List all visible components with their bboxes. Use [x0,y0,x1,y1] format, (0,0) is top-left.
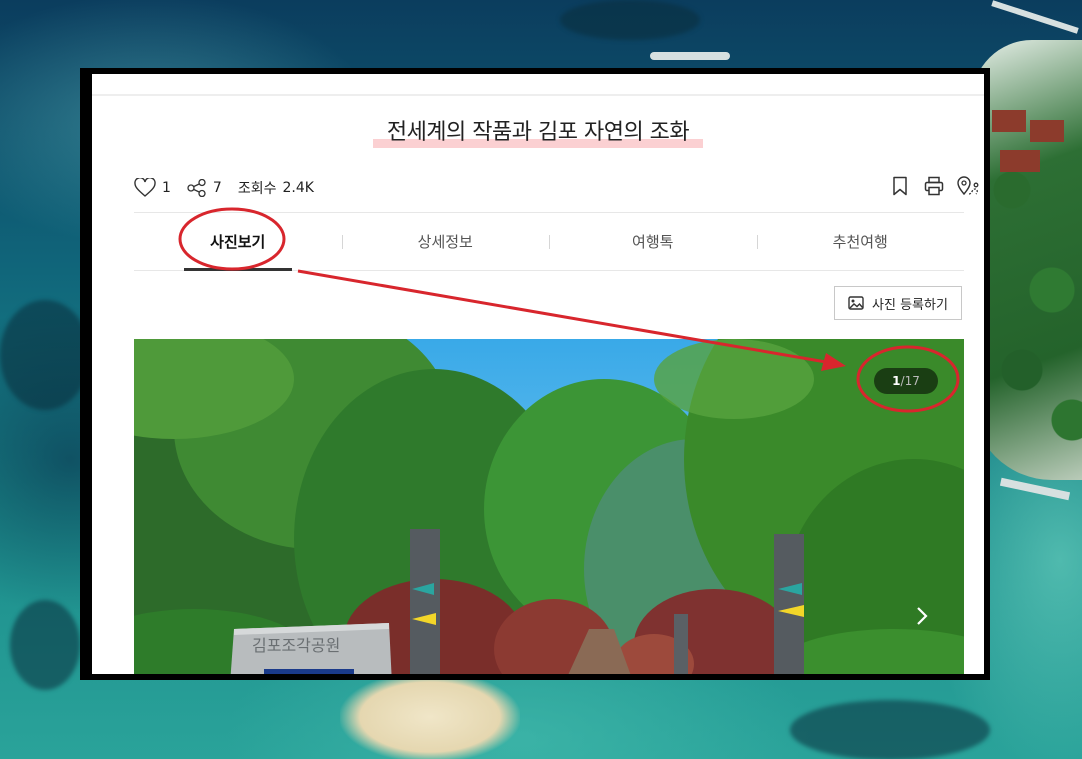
detail-tabs: 사진보기 상세정보 여행톡 추천여행 [134,212,964,271]
photo-counter: 1 / 17 [874,368,938,394]
photo-counter-total: 17 [904,374,920,388]
chevron-right-icon [917,607,928,625]
share-count: 7 [212,180,222,196]
register-photo-label: 사진 등록하기 [872,297,948,313]
view-count: 조회수 2.4K [238,178,314,198]
screenshot-frame: 전세계의 작품과 김포 자연의 조화 1 7 조회수 2.4K 사진보기 상세정… [80,68,990,680]
share-icon [187,179,206,197]
print-icon [924,176,944,196]
tab-photos[interactable]: 사진보기 [134,213,342,271]
page-title: 전세계의 작품과 김포 자연의 조화 [372,114,704,148]
like-count: 1 [162,180,171,196]
heart-icon [134,178,156,197]
bookmark-button[interactable] [884,174,916,198]
tab-details[interactable]: 상세정보 [341,213,550,270]
park-sign-text: 김포조각공원 [252,636,340,655]
bookmark-icon [893,176,907,196]
attraction-detail-page: 전세계의 작품과 김포 자연의 조화 1 7 조회수 2.4K 사진보기 상세정… [92,74,984,674]
next-photo-button[interactable] [910,601,934,631]
photo-counter-current: 1 [892,374,901,388]
tab-recommended-trips[interactable]: 추천여행 [756,213,965,270]
map-location-button[interactable] [952,174,984,198]
share-button[interactable]: 7 [187,179,222,197]
register-photo-button[interactable]: 사진 등록하기 [834,286,962,320]
map-location-icon [957,176,979,196]
header-divider [92,94,984,96]
like-button[interactable]: 1 [134,178,171,198]
print-button[interactable] [918,174,950,198]
stats-bar: 1 7 조회수 2.4K [134,178,330,198]
gallery-photo: 김포조각공원 [134,339,964,674]
page-actions [882,174,984,198]
view-count-value: 2.4K [282,180,314,196]
view-count-label: 조회수 [237,181,277,197]
image-icon [848,296,864,310]
tab-travel-talk[interactable]: 여행톡 [549,213,757,270]
photo-gallery[interactable]: 김포조각공원 1 / 17 [134,339,964,674]
